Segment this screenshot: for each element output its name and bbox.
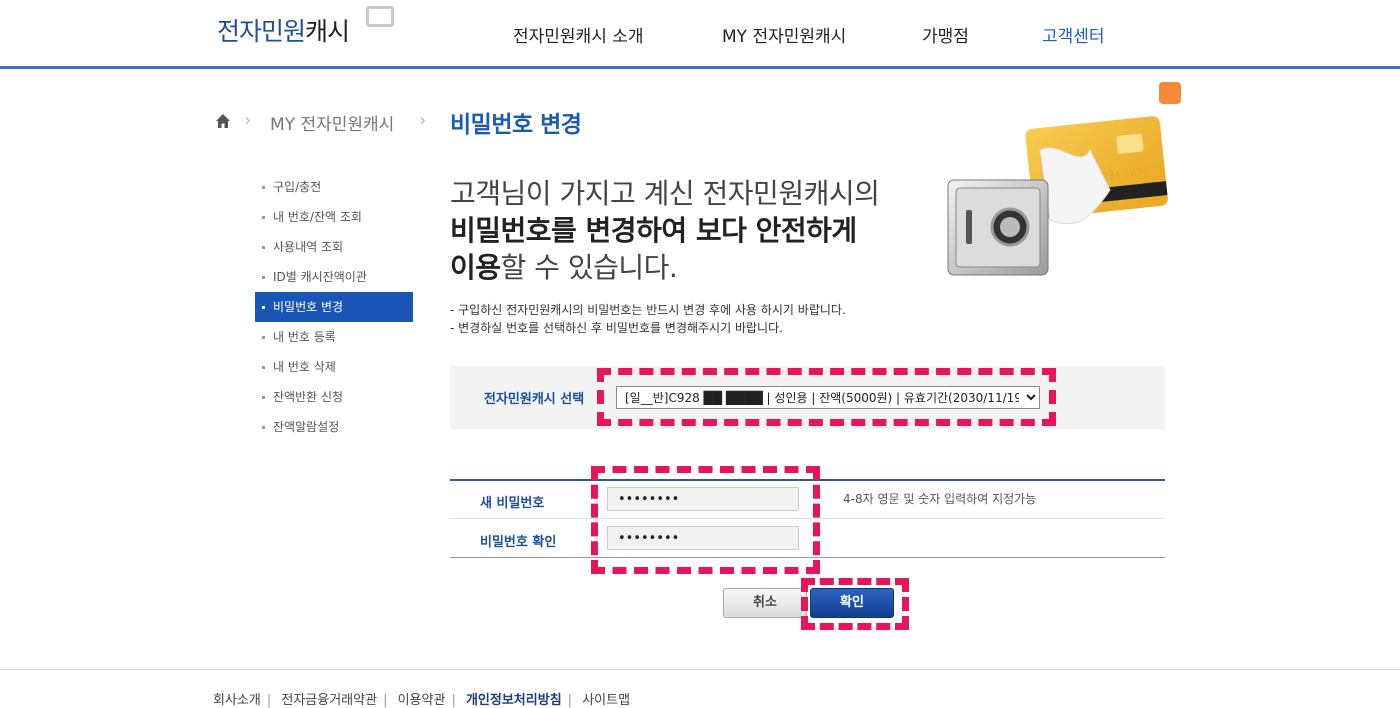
confirm-password-label: 비밀번호 확인 xyxy=(480,535,557,550)
home-icon[interactable] xyxy=(215,113,231,129)
sidebar-item-refund[interactable]: 잔액반환 신청 xyxy=(255,382,413,412)
chevron-right-icon: › xyxy=(419,110,427,131)
nav-my-cash[interactable]: MY 전자민원캐시 xyxy=(722,22,846,47)
sidebar-item-transfer[interactable]: ID별 캐시잔액이관 xyxy=(255,262,413,292)
cancel-button[interactable]: 취소 xyxy=(723,588,807,618)
site-header: 전자민원캐시 전자민원캐시 소개 MY 전자민원캐시 가맹점 고객센터 xyxy=(0,0,1400,69)
nav-customer-center[interactable]: 고객센터 xyxy=(1042,22,1105,47)
safe-icon xyxy=(947,179,1049,276)
password-hint: 4-8자 영문 및 숫자 입력하여 지정가능 xyxy=(843,492,1037,506)
confirm-button[interactable]: 확인 xyxy=(810,588,894,618)
footer-separator: | xyxy=(451,693,456,708)
sidebar-item-alarm[interactable]: 잔액알람설정 xyxy=(255,412,413,442)
site-logo[interactable]: 전자민원캐시 xyxy=(217,12,350,48)
sidebar-item-register[interactable]: 내 번호 등록 xyxy=(255,322,413,352)
sidebar-item-purchase[interactable]: 구입/충전 xyxy=(255,172,413,202)
sidebar-item-balance[interactable]: 내 번호/잔액 조회 xyxy=(255,202,413,232)
breadcrumb-my-cash[interactable]: MY 전자민원캐시 xyxy=(270,110,394,135)
sidebar-nav: 구입/충전 내 번호/잔액 조회 사용내역 조회 ID별 캐시잔액이관 비밀번호… xyxy=(255,172,413,442)
notice-text: - 구입하신 전자민원캐시의 비밀번호는 반드시 변경 후에 사용 하시기 바랍… xyxy=(450,301,846,337)
hero-line-2: 비밀번호를 변경하여 보다 안전하게 xyxy=(450,214,857,247)
notice-line-1: - 구입하신 전자민원캐시의 비밀번호는 반드시 변경 후에 사용 하시기 바랍… xyxy=(450,303,846,317)
orange-square-icon xyxy=(1159,82,1181,104)
footer-divider xyxy=(0,669,1400,670)
footer-link-sitemap[interactable]: 사이트맵 xyxy=(582,693,630,708)
sidebar-item-delete[interactable]: 내 번호 삭제 xyxy=(255,352,413,382)
row-divider xyxy=(450,518,1165,519)
hero-line-1: 고객님이 가지고 계신 전자민원캐시의 xyxy=(450,177,880,210)
footer-separator: | xyxy=(567,693,573,708)
logo-card-icon xyxy=(366,6,394,27)
footer-link-privacy[interactable]: 개인정보처리방침 xyxy=(466,693,562,708)
hero-line-3-rest: 할 수 있습니다. xyxy=(500,251,678,284)
notice-line-2: - 변경하실 번호를 선택하신 후 비밀번호를 변경해주시기 바랍니다. xyxy=(450,321,783,335)
new-password-input[interactable] xyxy=(607,487,799,511)
hero-line-3-bold: 이용 xyxy=(450,251,501,284)
footer-separator: | xyxy=(383,693,388,708)
safe-card-illustration: 1234 5678 xyxy=(947,82,1181,276)
new-password-label: 새 비밀번호 xyxy=(480,496,545,511)
logo-text-dark: 캐시 xyxy=(305,17,350,46)
footer-link-terms-efinance[interactable]: 전자금융거래약관 xyxy=(281,693,377,708)
footer-link-company[interactable]: 회사소개 xyxy=(213,693,261,708)
footer-separator: | xyxy=(266,693,272,708)
confirm-password-input[interactable] xyxy=(607,526,799,550)
hero-text: 고객님이 가지고 계신 전자민원캐시의 비밀번호를 변경하여 보다 안전하게 이… xyxy=(450,175,880,286)
nav-merchants[interactable]: 가맹점 xyxy=(922,22,969,47)
logo-text-blue: 전자민원 xyxy=(217,17,306,46)
cash-select-dropdown[interactable]: [일__반]C928 ██ ████ | 성인용 | 잔액(5000원) | 유… xyxy=(616,386,1040,409)
cash-select-label: 전자민원캐시 선택 xyxy=(484,392,585,407)
footer-link-terms[interactable]: 이용약관 xyxy=(398,693,446,708)
sidebar-item-change-password[interactable]: 비밀번호 변경 xyxy=(255,292,413,322)
nav-intro[interactable]: 전자민원캐시 소개 xyxy=(513,22,644,47)
sidebar-item-history[interactable]: 사용내역 조회 xyxy=(255,232,413,262)
page-title: 비밀번호 변경 xyxy=(450,112,582,138)
footer-links: 회사소개 | 전자금융거래약관 | 이용약관 | 개인정보처리방침 | 사이트맵 xyxy=(213,689,636,708)
chevron-right-icon: › xyxy=(244,110,252,131)
